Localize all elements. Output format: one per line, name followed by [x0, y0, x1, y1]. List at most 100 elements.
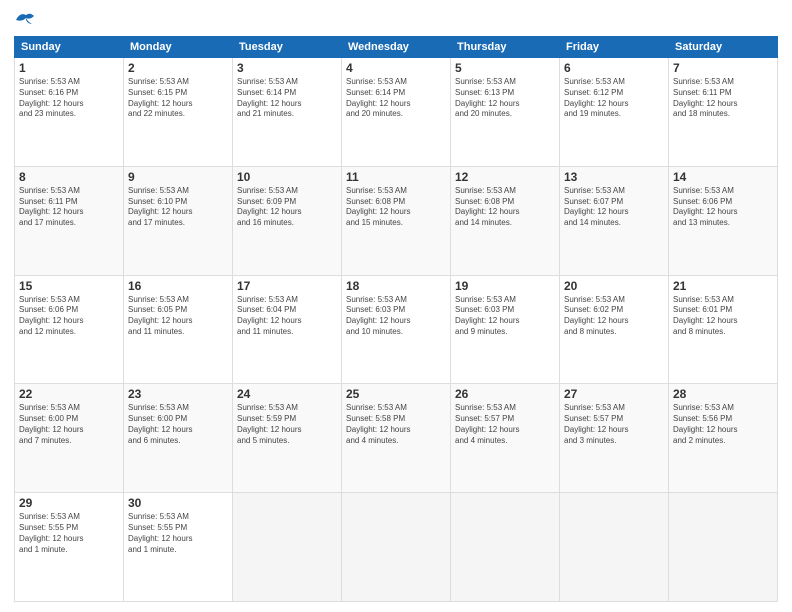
day-number: 26 [455, 387, 555, 401]
day-cell-empty-6 [669, 493, 778, 602]
day-number: 24 [237, 387, 337, 401]
week-row-2: 8 Sunrise: 5:53 AM Sunset: 6:11 PM Daylig… [15, 166, 778, 275]
day-cell-20: 20 Sunrise: 5:53 AM Sunset: 6:02 PM Dayli… [560, 275, 669, 384]
day-cell-22: 22Sunrise: 5:53 AM Sunset: 6:00 PM Dayli… [15, 384, 124, 493]
day-number: 5 [455, 61, 555, 75]
day-details: Sunrise: 5:53 AM Sunset: 6:00 PM Dayligh… [128, 403, 228, 446]
day-cell-29: 29 Sunrise: 5:53 AM Sunset: 5:55 PM Dayli… [15, 493, 124, 602]
day-details: Sunrise: 5:53 AM Sunset: 5:57 PM Dayligh… [455, 403, 555, 446]
day-cell-30: 30Sunrise: 5:53 AM Sunset: 5:55 PM Dayli… [124, 493, 233, 602]
calendar-body: 1Sunrise: 5:53 AM Sunset: 6:16 PM Daylig… [15, 58, 778, 602]
calendar-header: SundayMondayTuesdayWednesdayThursdayFrid… [15, 37, 778, 58]
day-details: Sunrise: 5:53 AM Sunset: 6:15 PM Dayligh… [128, 77, 228, 120]
header [14, 10, 778, 28]
day-cell-26: 26 Sunrise: 5:53 AM Sunset: 5:57 PM Dayli… [451, 384, 560, 493]
day-cell-10: 10 Sunrise: 5:53 AM Sunset: 6:09 PM Dayli… [233, 166, 342, 275]
day-number: 25 [346, 387, 446, 401]
day-details: Sunrise: 5:53 AM Sunset: 5:59 PM Dayligh… [237, 403, 337, 446]
day-details: Sunrise: 5:53 AM Sunset: 6:12 PM Dayligh… [564, 77, 664, 120]
day-number: 8 [19, 170, 119, 184]
column-header-thursday: Thursday [451, 37, 560, 58]
day-number: 15 [19, 279, 119, 293]
day-details: Sunrise: 5:53 AM Sunset: 6:06 PM Dayligh… [19, 295, 119, 338]
day-details: Sunrise: 5:53 AM Sunset: 6:11 PM Dayligh… [673, 77, 773, 120]
week-row-5: 29 Sunrise: 5:53 AM Sunset: 5:55 PM Dayli… [15, 493, 778, 602]
day-cell-17: 17 Sunrise: 5:53 AM Sunset: 6:04 PM Dayli… [233, 275, 342, 384]
day-number: 17 [237, 279, 337, 293]
day-cell-13: 13Sunrise: 5:53 AM Sunset: 6:07 PM Dayli… [560, 166, 669, 275]
day-number: 10 [237, 170, 337, 184]
day-number: 4 [346, 61, 446, 75]
day-number: 22 [19, 387, 119, 401]
day-details: Sunrise: 5:53 AM Sunset: 5:55 PM Dayligh… [128, 512, 228, 555]
day-cell-3: 3 Sunrise: 5:53 AM Sunset: 6:14 PM Daylig… [233, 58, 342, 167]
day-details: Sunrise: 5:53 AM Sunset: 5:57 PM Dayligh… [564, 403, 664, 446]
day-cell-empty-4 [451, 493, 560, 602]
week-row-4: 22 Sunrise: 5:53 AM Sunset: 6:00 PM Dayli… [15, 384, 778, 493]
calendar-table: SundayMondayTuesdayWednesdayThursdayFrid… [14, 36, 778, 602]
day-cell-5: 5 Sunrise: 5:53 AM Sunset: 6:13 PM Daylig… [451, 58, 560, 167]
day-cell-8: 8 Sunrise: 5:53 AM Sunset: 6:11 PM Daylig… [15, 166, 124, 275]
day-details: Sunrise: 5:53 AM Sunset: 6:04 PM Dayligh… [237, 295, 337, 338]
day-cell-1: 1Sunrise: 5:53 AM Sunset: 6:16 PM Daylig… [15, 58, 124, 167]
day-details: Sunrise: 5:53 AM Sunset: 6:13 PM Dayligh… [455, 77, 555, 120]
day-number: 9 [128, 170, 228, 184]
day-cell-24: 24 Sunrise: 5:53 AM Sunset: 5:59 PM Dayli… [233, 384, 342, 493]
day-number: 14 [673, 170, 773, 184]
day-number: 12 [455, 170, 555, 184]
day-cell-16: 16 Sunrise: 5:53 AM Sunset: 6:05 PM Dayli… [124, 275, 233, 384]
day-cell-6: 6 Sunrise: 5:53 AM Sunset: 6:12 PM Daylig… [560, 58, 669, 167]
column-header-tuesday: Tuesday [233, 37, 342, 58]
day-cell-21: 21 Sunrise: 5:53 AM Sunset: 6:01 PM Dayli… [669, 275, 778, 384]
day-cell-23: 23 Sunrise: 5:53 AM Sunset: 6:00 PM Dayli… [124, 384, 233, 493]
day-details: Sunrise: 5:53 AM Sunset: 6:03 PM Dayligh… [346, 295, 446, 338]
day-number: 11 [346, 170, 446, 184]
column-header-monday: Monday [124, 37, 233, 58]
day-number: 7 [673, 61, 773, 75]
day-cell-27: 27 Sunrise: 5:53 AM Sunset: 5:57 PM Dayli… [560, 384, 669, 493]
day-cell-14: 14 Sunrise: 5:53 AM Sunset: 6:06 PM Dayli… [669, 166, 778, 275]
day-details: Sunrise: 5:53 AM Sunset: 6:10 PM Dayligh… [128, 186, 228, 229]
day-cell-19: 19Sunrise: 5:53 AM Sunset: 6:03 PM Dayli… [451, 275, 560, 384]
day-details: Sunrise: 5:53 AM Sunset: 6:11 PM Dayligh… [19, 186, 119, 229]
day-number: 3 [237, 61, 337, 75]
column-header-wednesday: Wednesday [342, 37, 451, 58]
day-number: 18 [346, 279, 446, 293]
day-number: 19 [455, 279, 555, 293]
day-number: 23 [128, 387, 228, 401]
day-details: Sunrise: 5:53 AM Sunset: 6:08 PM Dayligh… [346, 186, 446, 229]
day-cell-12: 12Sunrise: 5:53 AM Sunset: 6:08 PM Dayli… [451, 166, 560, 275]
day-cell-empty-5 [560, 493, 669, 602]
day-cell-9: 9 Sunrise: 5:53 AM Sunset: 6:10 PM Daylig… [124, 166, 233, 275]
day-cell-2: 2 Sunrise: 5:53 AM Sunset: 6:15 PM Daylig… [124, 58, 233, 167]
bird-icon [14, 10, 36, 28]
day-details: Sunrise: 5:53 AM Sunset: 6:09 PM Dayligh… [237, 186, 337, 229]
day-number: 20 [564, 279, 664, 293]
day-cell-11: 11 Sunrise: 5:53 AM Sunset: 6:08 PM Dayli… [342, 166, 451, 275]
day-number: 21 [673, 279, 773, 293]
day-number: 29 [19, 496, 119, 510]
column-header-friday: Friday [560, 37, 669, 58]
day-number: 2 [128, 61, 228, 75]
day-details: Sunrise: 5:53 AM Sunset: 6:16 PM Dayligh… [19, 77, 119, 120]
day-details: Sunrise: 5:53 AM Sunset: 6:02 PM Dayligh… [564, 295, 664, 338]
day-details: Sunrise: 5:53 AM Sunset: 5:55 PM Dayligh… [19, 512, 119, 555]
day-details: Sunrise: 5:53 AM Sunset: 5:58 PM Dayligh… [346, 403, 446, 446]
day-details: Sunrise: 5:53 AM Sunset: 6:06 PM Dayligh… [673, 186, 773, 229]
day-details: Sunrise: 5:53 AM Sunset: 6:14 PM Dayligh… [237, 77, 337, 120]
day-details: Sunrise: 5:53 AM Sunset: 6:14 PM Dayligh… [346, 77, 446, 120]
day-number: 6 [564, 61, 664, 75]
day-cell-18: 18 Sunrise: 5:53 AM Sunset: 6:03 PM Dayli… [342, 275, 451, 384]
column-header-saturday: Saturday [669, 37, 778, 58]
column-header-sunday: Sunday [15, 37, 124, 58]
day-details: Sunrise: 5:53 AM Sunset: 5:56 PM Dayligh… [673, 403, 773, 446]
day-number: 27 [564, 387, 664, 401]
logo [14, 10, 40, 28]
day-number: 13 [564, 170, 664, 184]
day-details: Sunrise: 5:53 AM Sunset: 6:01 PM Dayligh… [673, 295, 773, 338]
day-details: Sunrise: 5:53 AM Sunset: 6:05 PM Dayligh… [128, 295, 228, 338]
logo-wrapper [14, 10, 40, 28]
day-cell-4: 4 Sunrise: 5:53 AM Sunset: 6:14 PM Daylig… [342, 58, 451, 167]
week-row-3: 15 Sunrise: 5:53 AM Sunset: 6:06 PM Dayli… [15, 275, 778, 384]
day-number: 16 [128, 279, 228, 293]
